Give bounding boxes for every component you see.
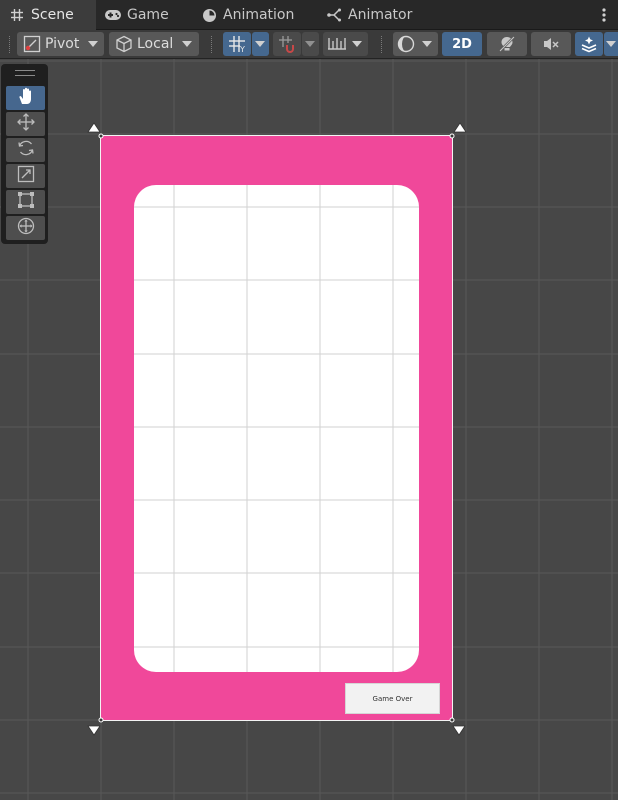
editor-tab-bar: Scene Game Animation Animator bbox=[0, 0, 618, 30]
transform-icon bbox=[16, 216, 36, 240]
grid-snap-icon: Y bbox=[228, 35, 247, 57]
snap-increment-dropdown[interactable] bbox=[302, 32, 319, 56]
tab-animation[interactable]: Animation bbox=[200, 0, 294, 30]
snap-increment-button[interactable] bbox=[273, 32, 301, 56]
chevron-down-icon bbox=[352, 41, 362, 47]
chevron-down-icon bbox=[305, 41, 315, 47]
2d-mode-toggle[interactable]: 2D bbox=[442, 32, 482, 56]
chevron-down-icon bbox=[255, 41, 265, 47]
toolbar-grip bbox=[9, 36, 12, 53]
toolbar-grip bbox=[381, 36, 384, 53]
increment-snap-dropdown[interactable] bbox=[323, 32, 368, 56]
local-label: Local bbox=[137, 36, 174, 52]
hand-tool[interactable] bbox=[6, 86, 45, 110]
draw-mode-dropdown[interactable] bbox=[393, 32, 438, 56]
clock-icon bbox=[200, 6, 218, 24]
2d-mode-label: 2D bbox=[452, 36, 472, 52]
hash-grid-icon bbox=[8, 6, 26, 24]
rotate-icon bbox=[16, 138, 36, 162]
lighting-toggle[interactable] bbox=[487, 32, 527, 56]
chevron-down-icon bbox=[88, 41, 98, 47]
rotate-tool[interactable] bbox=[6, 138, 45, 162]
tools-overlay bbox=[1, 64, 48, 244]
pivot-label: Pivot bbox=[45, 36, 80, 52]
chevron-down-icon bbox=[182, 41, 192, 47]
more-options-icon[interactable] bbox=[598, 6, 610, 24]
shading-sphere-icon bbox=[397, 35, 415, 57]
tab-animator-label: Animator bbox=[348, 7, 413, 23]
layers-star-icon bbox=[580, 35, 598, 57]
cube-icon bbox=[115, 35, 133, 57]
pivot-dropdown[interactable]: Pivot bbox=[17, 32, 104, 56]
grid-snap-dropdown[interactable] bbox=[252, 32, 269, 56]
move-icon bbox=[16, 112, 36, 136]
chevron-down-icon bbox=[422, 41, 432, 47]
tab-animation-label: Animation bbox=[223, 7, 295, 23]
speaker-muted-icon bbox=[542, 36, 560, 56]
tab-scene-label: Scene bbox=[31, 7, 74, 23]
effects-toggle[interactable] bbox=[575, 32, 603, 56]
scene-toolbar: Pivot Local Y 2D bbox=[0, 30, 618, 59]
scale-tool[interactable] bbox=[6, 164, 45, 188]
magnet-grid-icon bbox=[278, 35, 296, 57]
effects-dropdown[interactable] bbox=[604, 32, 618, 56]
ruler-icon bbox=[327, 36, 347, 56]
lightbulb-off-icon bbox=[498, 35, 516, 57]
tab-game[interactable]: Game bbox=[104, 0, 169, 30]
gamepad-icon bbox=[104, 6, 122, 24]
audio-toggle[interactable] bbox=[531, 32, 571, 56]
tools-drag-handle[interactable] bbox=[15, 70, 35, 76]
game-over-button[interactable]: Game Over bbox=[345, 683, 440, 714]
toolbar-grip bbox=[211, 36, 214, 53]
scene-view[interactable]: Game Over bbox=[0, 59, 618, 800]
tab-animator[interactable]: Animator bbox=[325, 0, 412, 30]
tab-scene[interactable]: Scene bbox=[0, 0, 96, 30]
move-tool[interactable] bbox=[6, 112, 45, 136]
hand-icon bbox=[16, 86, 36, 110]
svg-text:Y: Y bbox=[239, 45, 245, 53]
pivot-icon bbox=[23, 35, 41, 57]
rect-tool[interactable] bbox=[6, 190, 45, 214]
grid-snap-button[interactable]: Y bbox=[223, 32, 251, 56]
animator-icon bbox=[325, 6, 343, 24]
transform-tool[interactable] bbox=[6, 216, 45, 240]
white-panel[interactable] bbox=[134, 185, 419, 672]
scale-icon bbox=[16, 164, 36, 188]
chevron-down-icon bbox=[606, 41, 616, 47]
rect-transform-icon bbox=[16, 190, 36, 214]
game-over-label: Game Over bbox=[372, 694, 413, 703]
local-dropdown[interactable]: Local bbox=[109, 32, 199, 56]
tab-game-label: Game bbox=[127, 7, 169, 23]
